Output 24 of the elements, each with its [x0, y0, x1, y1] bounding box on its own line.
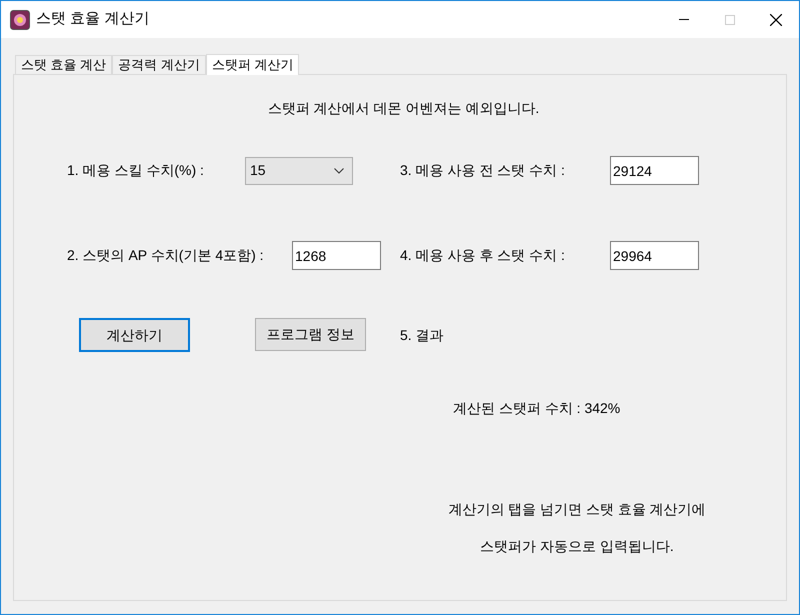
button[interactable]: 프로그램 정보	[255, 318, 366, 351]
chevron-icon	[334, 168, 344, 174]
input-field[interactable]: 29964	[610, 241, 699, 270]
button[interactable]: 계산하기	[79, 318, 190, 352]
result-text: 계산된 스탯퍼 수치 : 342%	[453, 399, 622, 418]
tab[interactable]: 스탯퍼 계산기	[206, 54, 300, 75]
input-field[interactable]: 1268	[292, 241, 381, 270]
info-text: 스탯퍼가 자동으로 입력됩니다.	[480, 537, 674, 556]
field-label: 2. 스탯의 AP 수치(기본 4포함) :	[67, 246, 265, 265]
tab[interactable]: 공격력 계산기	[112, 55, 206, 74]
maximize-icon	[725, 14, 735, 24]
dropdown[interactable]: 15	[245, 156, 353, 184]
input-field[interactable]: 29124	[610, 156, 699, 185]
field-label: 3. 메용 사용 전 스탯 수치 :	[400, 161, 566, 180]
close-icon	[770, 14, 782, 26]
window-title: 스탯 효율 계산기	[36, 9, 150, 30]
field-label: 1. 메용 스킬 수치(%) :	[67, 161, 205, 180]
tab[interactable]: 스탯 효율 계산	[15, 55, 112, 74]
field-label: 4. 메용 사용 후 스탯 수치 :	[400, 246, 566, 265]
minimize-icon	[679, 19, 689, 20]
app-icon	[10, 10, 30, 30]
info-text: 계산기의 탭을 넘기면 스탯 효율 계산기에	[448, 500, 706, 519]
result-heading: 5. 결과	[400, 326, 444, 344]
notice-text: 스탯퍼 계산에서 데몬 어벤져는 예외입니다.	[266, 99, 540, 118]
